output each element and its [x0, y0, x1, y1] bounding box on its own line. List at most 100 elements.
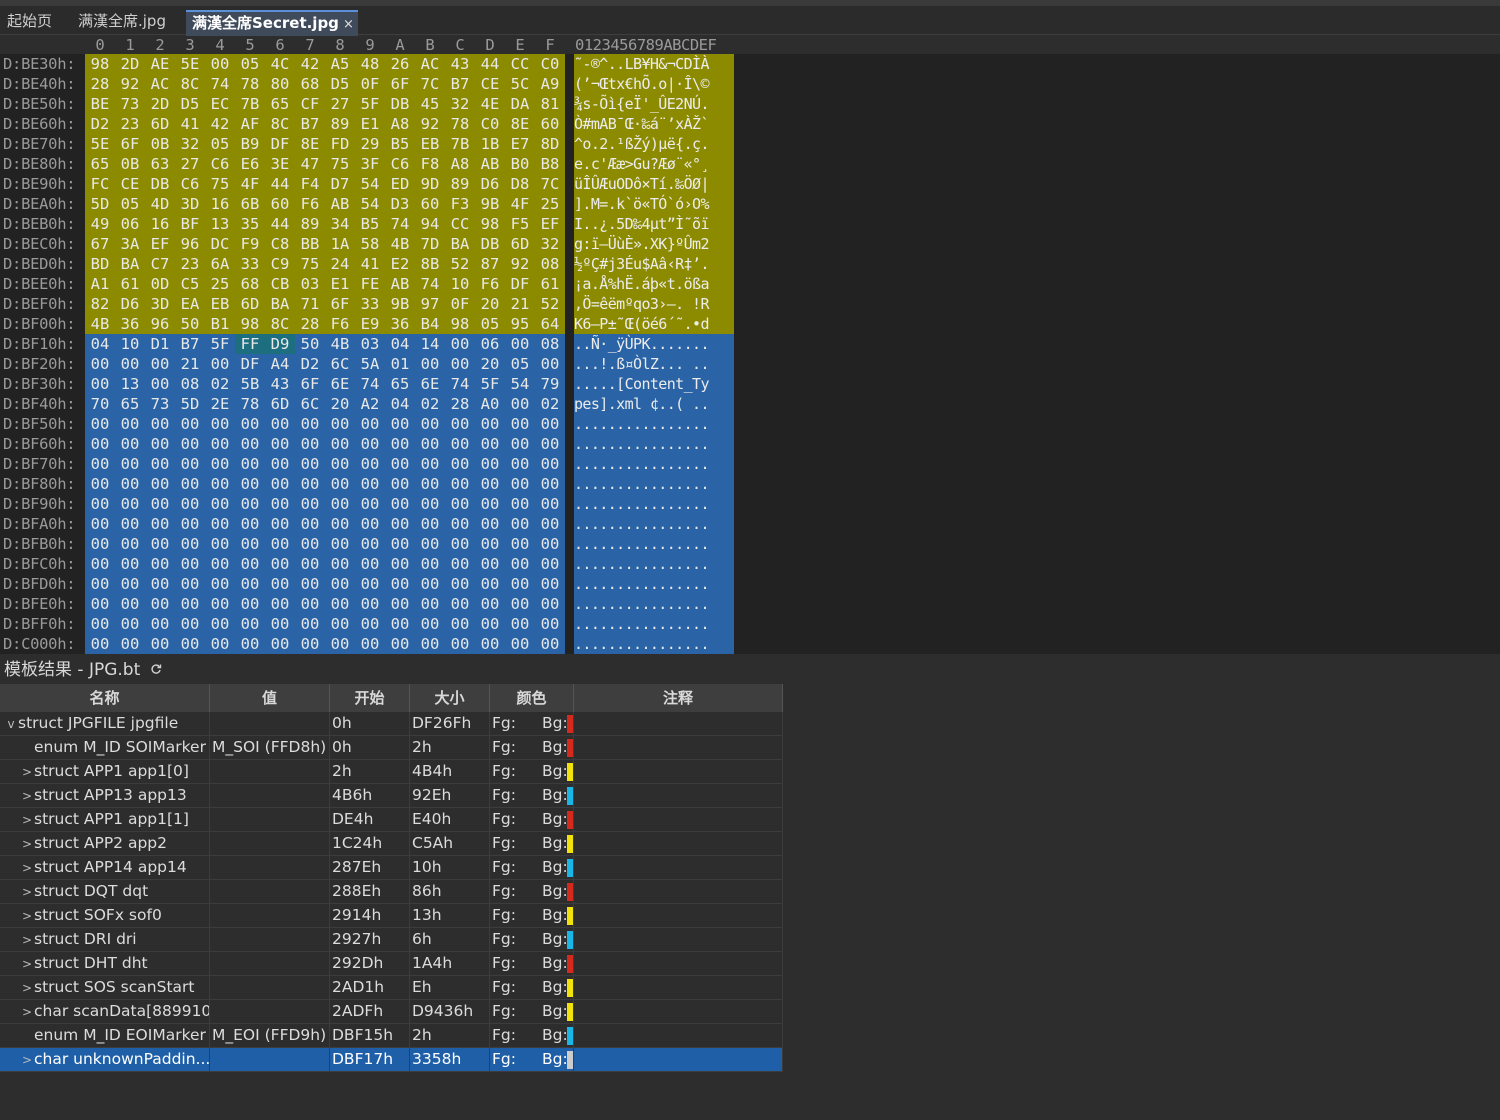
- hex-byte[interactable]: 27: [175, 154, 205, 174]
- hex-byte[interactable]: 00: [445, 634, 475, 654]
- chevron-right-icon[interactable]: >: [20, 929, 34, 952]
- hex-byte[interactable]: 00: [385, 434, 415, 454]
- hex-byte[interactable]: 00: [415, 514, 445, 534]
- hex-byte[interactable]: CB: [265, 274, 295, 294]
- hex-byte[interactable]: 00: [415, 574, 445, 594]
- hex-ascii-text[interactable]: ¾s-Õì{eÏ'_ÛE2NÚ.: [574, 94, 734, 114]
- hex-byte[interactable]: D5: [175, 94, 205, 114]
- hex-byte[interactable]: 92: [505, 254, 535, 274]
- hex-byte[interactable]: 27: [325, 94, 355, 114]
- hex-byte[interactable]: 00: [85, 474, 115, 494]
- chevron-right-icon[interactable]: >: [20, 1001, 34, 1024]
- hex-byte[interactable]: 35: [235, 214, 265, 234]
- hex-byte[interactable]: 00: [85, 554, 115, 574]
- hex-byte[interactable]: 00: [205, 354, 235, 374]
- hex-byte[interactable]: 00: [355, 534, 385, 554]
- hex-byte[interactable]: 00: [115, 514, 145, 534]
- hex-byte[interactable]: C0: [475, 114, 505, 134]
- hex-byte[interactable]: 00: [415, 354, 445, 374]
- column-header[interactable]: 名称: [0, 684, 210, 712]
- hex-byte[interactable]: 65: [85, 154, 115, 174]
- chevron-right-icon[interactable]: >: [20, 857, 34, 880]
- hex-byte[interactable]: 68: [235, 274, 265, 294]
- hex-byte[interactable]: 05: [475, 314, 505, 334]
- hex-byte[interactable]: 54: [505, 374, 535, 394]
- hex-byte[interactable]: A0: [475, 394, 505, 414]
- hex-byte[interactable]: 00: [415, 594, 445, 614]
- hex-byte[interactable]: 00: [445, 494, 475, 514]
- hex-byte[interactable]: 00: [295, 534, 325, 554]
- hex-byte[interactable]: 00: [145, 414, 175, 434]
- hex-byte[interactable]: 60: [535, 114, 565, 134]
- hex-byte[interactable]: 00: [385, 634, 415, 654]
- hex-byte[interactable]: 42: [205, 114, 235, 134]
- hex-byte[interactable]: 00: [475, 554, 505, 574]
- hex-byte[interactable]: 16: [145, 214, 175, 234]
- hex-byte[interactable]: BF: [175, 214, 205, 234]
- hex-byte[interactable]: 00: [535, 574, 565, 594]
- bg-color-swatch[interactable]: [567, 931, 573, 949]
- hex-byte[interactable]: A8: [445, 154, 475, 174]
- hex-byte[interactable]: 73: [145, 394, 175, 414]
- bg-color-swatch[interactable]: [567, 1051, 573, 1069]
- hex-byte[interactable]: 00: [445, 614, 475, 634]
- hex-byte[interactable]: 00: [445, 514, 475, 534]
- hex-byte[interactable]: 8C: [265, 314, 295, 334]
- hex-byte[interactable]: 50: [295, 334, 325, 354]
- hex-byte[interactable]: 74: [415, 274, 445, 294]
- chevron-right-icon[interactable]: >: [20, 953, 34, 976]
- hex-byte[interactable]: FD: [325, 134, 355, 154]
- hex-byte[interactable]: 00: [535, 594, 565, 614]
- hex-byte[interactable]: 00: [445, 334, 475, 354]
- hex-byte[interactable]: 82: [85, 294, 115, 314]
- hex-ascii-text[interactable]: ................: [574, 534, 734, 554]
- hex-byte[interactable]: 00: [205, 514, 235, 534]
- hex-byte[interactable]: 52: [535, 294, 565, 314]
- hex-byte[interactable]: 00: [505, 574, 535, 594]
- hex-byte[interactable]: D7: [325, 174, 355, 194]
- hex-byte[interactable]: A9: [535, 74, 565, 94]
- hex-byte[interactable]: 00: [535, 454, 565, 474]
- hex-byte[interactable]: 00: [115, 634, 145, 654]
- hex-byte[interactable]: 00: [475, 614, 505, 634]
- hex-byte[interactable]: D8: [505, 174, 535, 194]
- hex-byte[interactable]: 05: [235, 54, 265, 74]
- hex-byte[interactable]: 74: [205, 74, 235, 94]
- hex-byte[interactable]: 02: [535, 394, 565, 414]
- hex-byte[interactable]: 00: [415, 614, 445, 634]
- hex-byte[interactable]: 00: [145, 514, 175, 534]
- hex-byte[interactable]: 00: [295, 414, 325, 434]
- chevron-right-icon[interactable]: >: [20, 833, 34, 856]
- hex-byte[interactable]: 00: [85, 534, 115, 554]
- hex-byte[interactable]: 00: [175, 434, 205, 454]
- hex-ascii-text[interactable]: ................: [574, 454, 734, 474]
- hex-byte[interactable]: 00: [115, 574, 145, 594]
- hex-byte[interactable]: 00: [295, 454, 325, 474]
- hex-byte[interactable]: 00: [235, 574, 265, 594]
- hex-byte[interactable]: 78: [445, 114, 475, 134]
- hex-byte[interactable]: 00: [325, 634, 355, 654]
- hex-byte[interactable]: 00: [175, 574, 205, 594]
- hex-byte[interactable]: 3D: [145, 294, 175, 314]
- hex-byte[interactable]: 8D: [535, 134, 565, 154]
- hex-byte[interactable]: C6: [385, 154, 415, 174]
- hex-byte[interactable]: 44: [475, 54, 505, 74]
- hex-byte[interactable]: AF: [235, 114, 265, 134]
- hex-byte[interactable]: 00: [115, 594, 145, 614]
- hex-byte[interactable]: 06: [475, 334, 505, 354]
- chevron-right-icon[interactable]: >: [20, 809, 34, 832]
- hex-byte[interactable]: 5F: [475, 374, 505, 394]
- hex-byte[interactable]: 98: [475, 214, 505, 234]
- hex-byte[interactable]: 36: [115, 314, 145, 334]
- hex-byte[interactable]: 00: [415, 534, 445, 554]
- hex-byte[interactable]: ED: [385, 174, 415, 194]
- hex-byte[interactable]: 00: [205, 614, 235, 634]
- hex-byte[interactable]: 4C: [265, 54, 295, 74]
- hex-byte[interactable]: 00: [475, 494, 505, 514]
- hex-byte[interactable]: 75: [325, 154, 355, 174]
- hex-byte[interactable]: 48: [355, 54, 385, 74]
- hex-byte[interactable]: 1B: [475, 134, 505, 154]
- hex-byte[interactable]: 00: [265, 614, 295, 634]
- hex-byte[interactable]: 49: [85, 214, 115, 234]
- hex-byte[interactable]: 00: [355, 474, 385, 494]
